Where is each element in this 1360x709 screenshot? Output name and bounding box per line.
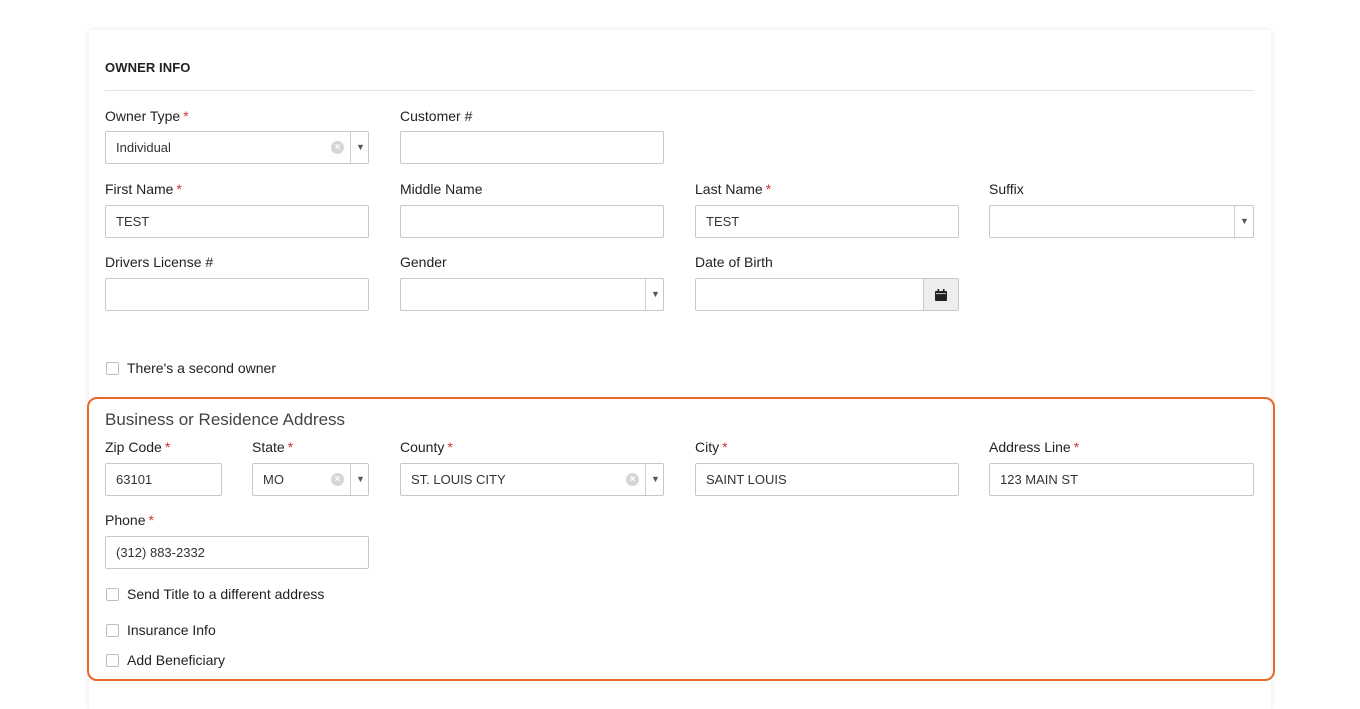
phone-label: Phone * <box>105 512 154 528</box>
select-separator <box>1234 206 1235 237</box>
insurance-label: Insurance Info <box>127 622 216 638</box>
clear-icon[interactable]: × <box>331 473 344 486</box>
required-marker: * <box>183 108 189 124</box>
insurance-checkbox[interactable] <box>106 624 119 637</box>
zip-label: Zip Code * <box>105 439 170 455</box>
owner-type-select[interactable]: Individual × ▼ <box>105 131 369 164</box>
divider <box>105 90 1254 91</box>
county-label: County * <box>400 439 453 455</box>
owner-type-label: Owner Type * <box>105 108 189 124</box>
first-name-input[interactable]: TEST <box>105 205 369 238</box>
required-marker: * <box>148 512 154 528</box>
select-separator <box>350 464 351 495</box>
first-name-value: TEST <box>116 214 150 229</box>
select-separator <box>645 279 646 310</box>
city-label-text: City <box>695 439 720 455</box>
state-label: State * <box>252 439 293 455</box>
calendar-icon <box>935 289 947 301</box>
dropdown-arrow-icon[interactable]: ▼ <box>651 279 660 310</box>
gender-select[interactable]: ▼ <box>400 278 664 311</box>
city-value: SAINT LOUIS <box>706 472 787 487</box>
customer-no-input[interactable] <box>400 131 664 164</box>
state-label-text: State <box>252 439 285 455</box>
dob-input[interactable] <box>695 278 959 311</box>
required-marker: * <box>765 181 772 197</box>
address-line-input[interactable]: 123 MAIN ST <box>989 463 1254 496</box>
required-marker: * <box>447 439 453 455</box>
state-select[interactable]: MO × ▼ <box>252 463 369 496</box>
send-title-checkbox[interactable] <box>106 588 119 601</box>
owner-type-label-text: Owner Type <box>105 108 181 124</box>
dob-label-text: Date of Birth <box>695 254 773 270</box>
suffix-label: Suffix <box>989 181 1024 197</box>
beneficiary-checkbox[interactable] <box>106 654 119 667</box>
second-owner-label: There's a second owner <box>127 360 276 376</box>
required-marker: * <box>176 181 182 197</box>
required-marker: * <box>164 439 171 455</box>
required-marker: * <box>287 439 294 455</box>
customer-no-label: Customer # <box>400 108 472 124</box>
dropdown-arrow-icon[interactable]: ▼ <box>356 132 365 163</box>
address-line-label: Address Line * <box>989 439 1079 455</box>
select-separator <box>350 132 351 163</box>
last-name-label: Last Name * <box>695 181 771 197</box>
calendar-button[interactable] <box>923 279 958 310</box>
state-value: MO <box>263 472 284 487</box>
clear-icon[interactable]: × <box>331 141 344 154</box>
last-name-input[interactable]: TEST <box>695 205 959 238</box>
dropdown-arrow-icon[interactable]: ▼ <box>356 464 365 495</box>
phone-input[interactable]: (312) 883-2332 <box>105 536 369 569</box>
county-select[interactable]: ST. LOUIS CITY × ▼ <box>400 463 664 496</box>
county-value: ST. LOUIS CITY <box>411 472 506 487</box>
county-label-text: County <box>400 439 445 455</box>
address-line-value: 123 MAIN ST <box>1000 472 1079 487</box>
select-separator <box>645 464 646 495</box>
gender-label-text: Gender <box>400 254 447 270</box>
section-title: OWNER INFO <box>105 60 191 75</box>
gender-label: Gender <box>400 254 447 270</box>
second-owner-checkbox[interactable] <box>106 362 119 375</box>
customer-no-label-text: Customer # <box>400 108 473 124</box>
drivers-license-input[interactable] <box>105 278 369 311</box>
zip-value: 63101 <box>116 472 153 487</box>
required-marker: * <box>722 439 728 455</box>
owner-type-value: Individual <box>116 140 171 155</box>
zip-label-text: Zip Code <box>105 439 162 455</box>
middle-name-label-text: Middle Name <box>400 181 483 197</box>
drivers-license-label-text: Drivers License # <box>105 254 214 270</box>
address-line-label-text: Address Line <box>989 439 1071 455</box>
send-title-label: Send Title to a different address <box>127 586 325 602</box>
phone-label-text: Phone <box>105 512 146 528</box>
middle-name-label: Middle Name <box>400 181 482 197</box>
dropdown-arrow-icon[interactable]: ▼ <box>651 464 660 495</box>
middle-name-input[interactable] <box>400 205 664 238</box>
last-name-label-text: Last Name <box>695 181 763 197</box>
beneficiary-label: Add Beneficiary <box>127 652 226 668</box>
required-marker: * <box>1073 439 1080 455</box>
city-input[interactable]: SAINT LOUIS <box>695 463 959 496</box>
clear-icon[interactable]: × <box>626 473 639 486</box>
dropdown-arrow-icon[interactable]: ▼ <box>1240 206 1249 237</box>
last-name-value: TEST <box>706 214 740 229</box>
suffix-label-text: Suffix <box>989 181 1024 197</box>
address-section-title: Business or Residence Address <box>105 410 346 429</box>
dob-label: Date of Birth <box>695 254 773 270</box>
city-label: City * <box>695 439 728 455</box>
zip-input[interactable]: 63101 <box>105 463 222 496</box>
phone-value: (312) 883-2332 <box>116 545 205 560</box>
drivers-license-label: Drivers License # <box>105 254 213 270</box>
first-name-label-text: First Name <box>105 181 174 197</box>
first-name-label: First Name * <box>105 181 182 197</box>
suffix-select[interactable]: ▼ <box>989 205 1254 238</box>
